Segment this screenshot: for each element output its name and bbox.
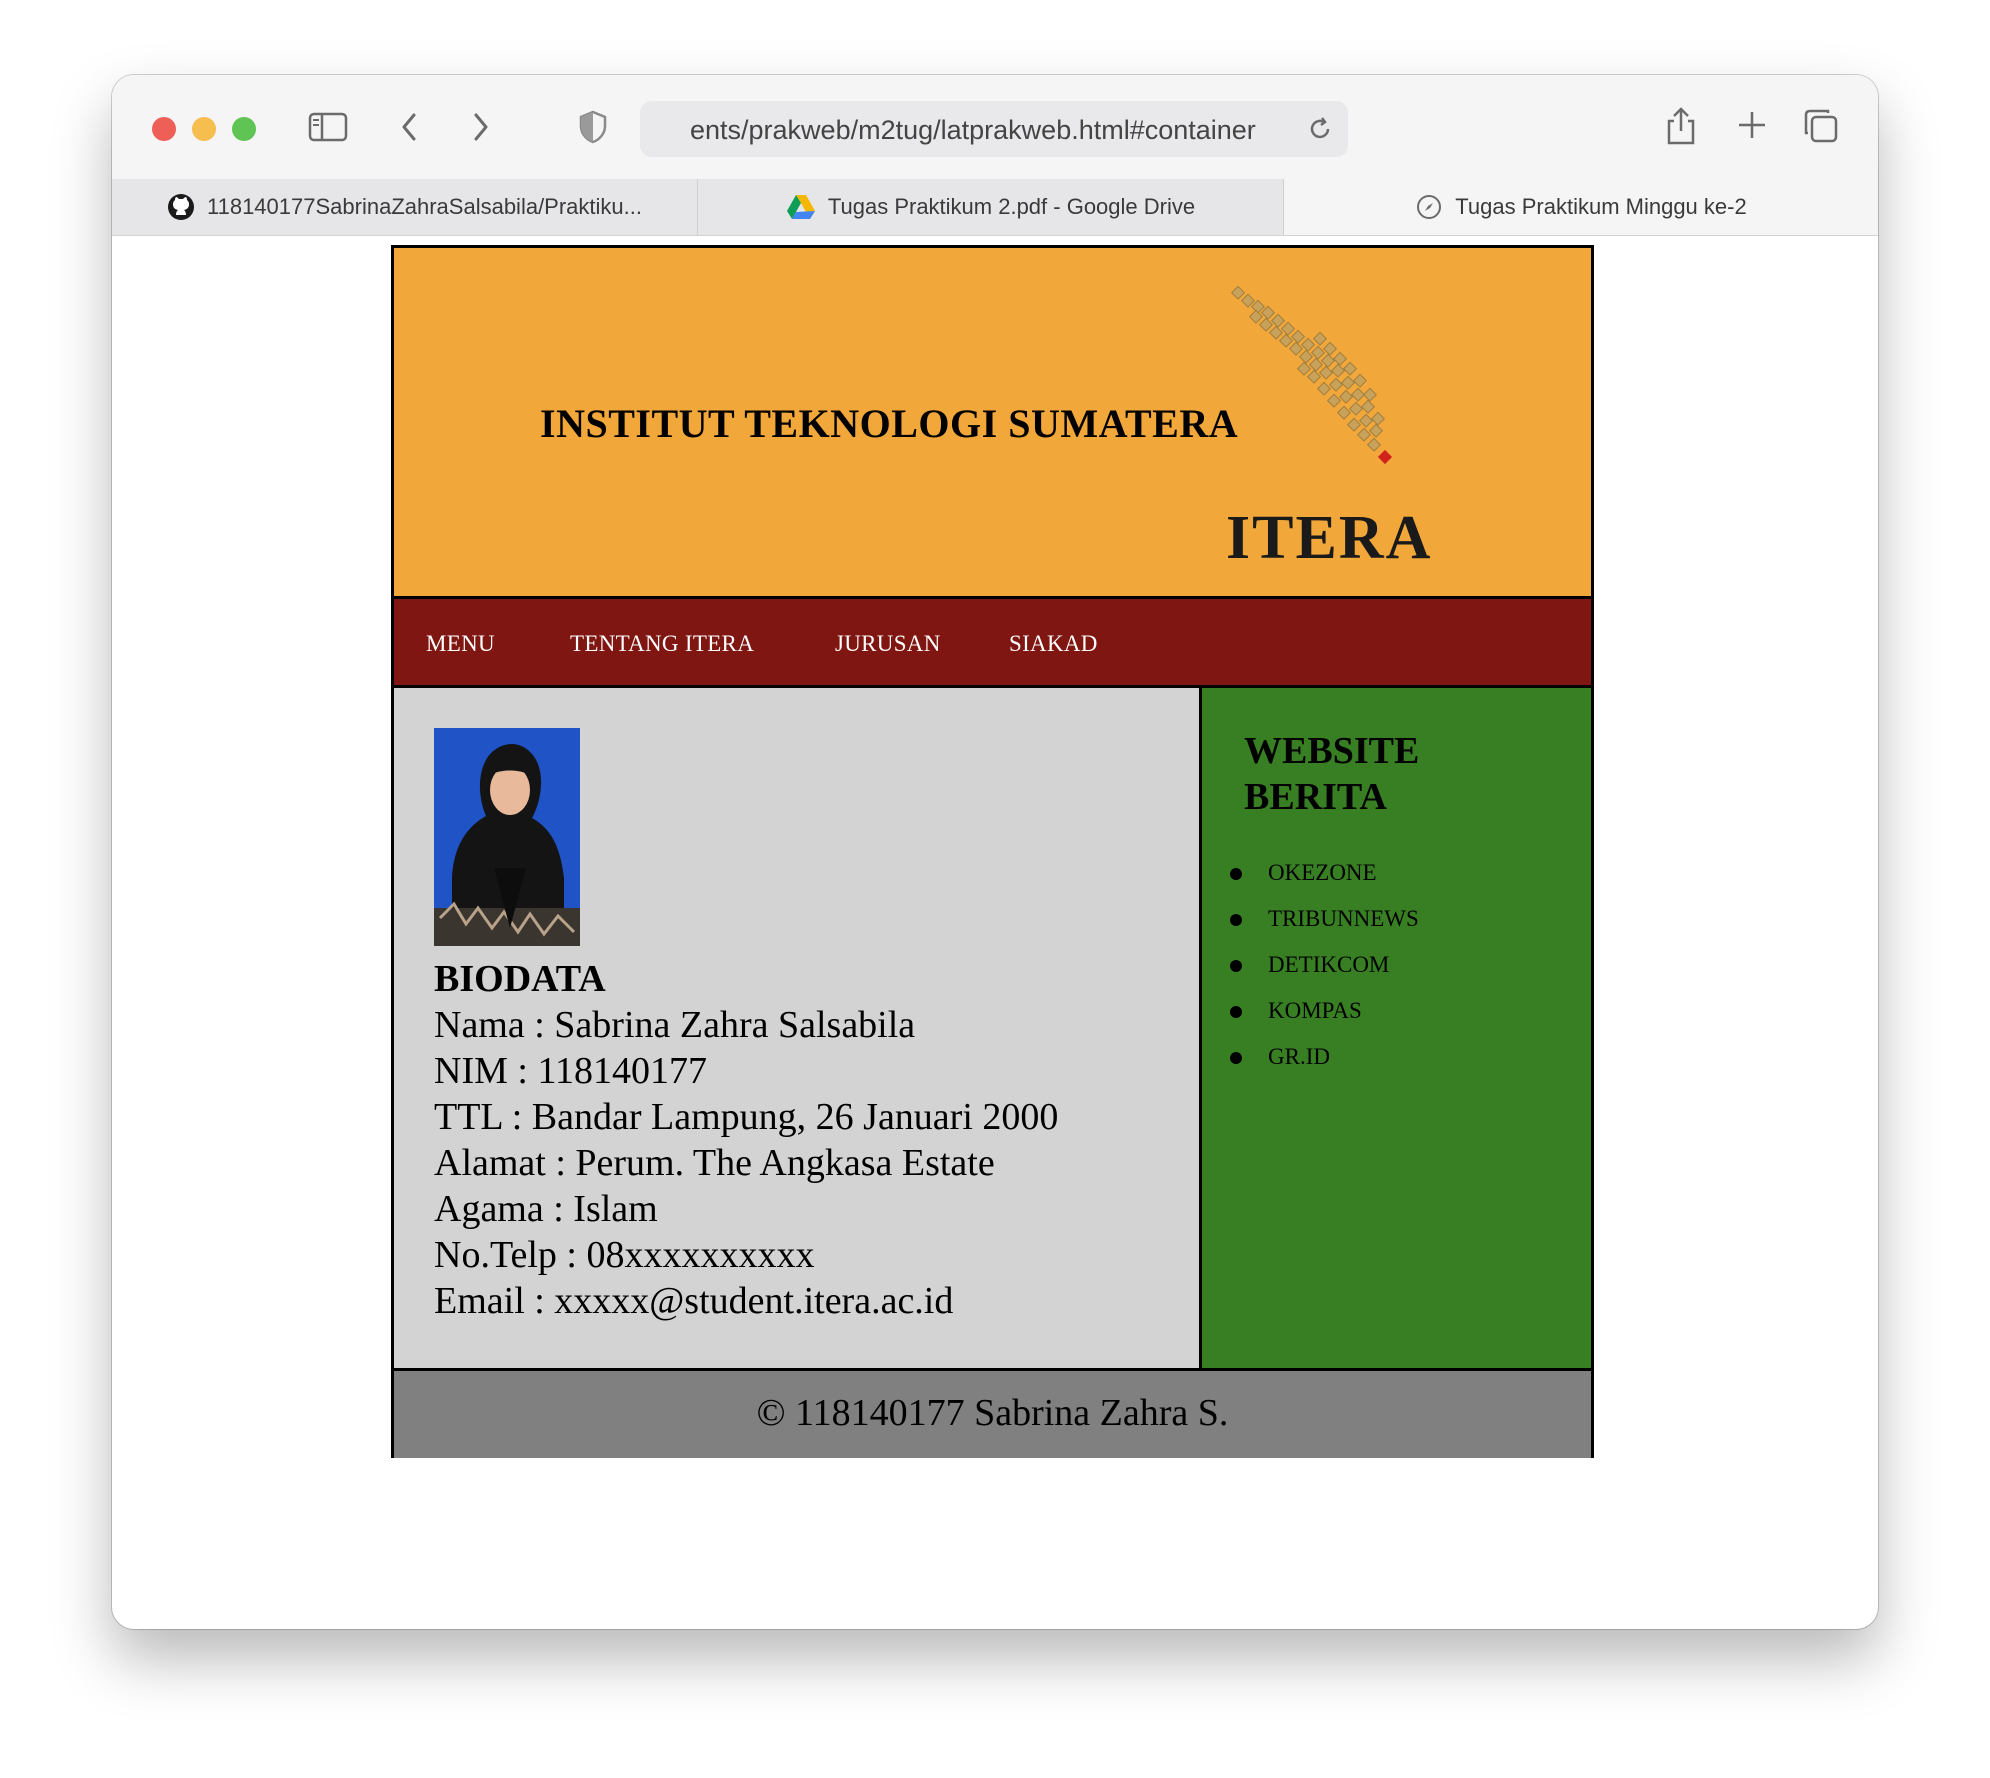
site-footer: © 118140177 Sabrina Zahra S.: [394, 1368, 1591, 1458]
browser-window: ents/prakweb/m2tug/latprakweb.html#conta…: [112, 75, 1878, 1629]
zoom-window-button[interactable]: [232, 117, 256, 141]
tab-google-drive[interactable]: Tugas Praktikum 2.pdf - Google Drive: [698, 179, 1284, 235]
biodata-block: BIODATA Nama : Sabrina Zahra Salsabila N…: [434, 956, 1058, 1324]
biodata-heading: BIODATA: [434, 958, 606, 1000]
tab-overview-icon[interactable]: [1802, 107, 1840, 150]
new-tab-icon[interactable]: [1736, 109, 1768, 146]
news-link-okezone[interactable]: OKEZONE: [1230, 856, 1419, 902]
browser-toolbar: ents/prakweb/m2tug/latprakweb.html#conta…: [112, 75, 1878, 179]
close-window-button[interactable]: [152, 117, 176, 141]
compass-icon: [1415, 193, 1443, 221]
nav-item-menu[interactable]: MENU: [426, 631, 495, 657]
site-header: INSTITUT TEKNOLOGI SUMATERA ITERA: [394, 248, 1591, 599]
nav-item-siakad[interactable]: SIAKAD: [1009, 631, 1098, 657]
nav-item-jurusan[interactable]: JURUSAN: [835, 631, 941, 657]
profile-photo: [434, 728, 580, 946]
footer-copyright: © 118140177 Sabrina Zahra S.: [756, 1392, 1229, 1434]
reload-icon[interactable]: [1306, 115, 1334, 148]
biodata-email: Email : xxxxx@student.itera.ac.id: [434, 1280, 954, 1322]
tab-github[interactable]: 118140177SabrinaZahraSalsabila/Praktiku.…: [112, 179, 698, 235]
github-icon: [167, 193, 195, 221]
biodata-alamat: Alamat : Perum. The Angkasa Estate: [434, 1142, 995, 1184]
biodata-nim: NIM : 118140177: [434, 1050, 708, 1092]
tab-label: Tugas Praktikum Minggu ke-2: [1455, 194, 1747, 219]
biodata-nama: Nama : Sabrina Zahra Salsabila: [434, 1004, 916, 1046]
news-link-tribunnews[interactable]: TRIBUNNEWS: [1230, 902, 1419, 948]
tab-label: 118140177SabrinaZahraSalsabila/Praktiku.…: [207, 194, 642, 219]
biodata-telp: No.Telp : 08xxxxxxxxxx: [434, 1234, 815, 1276]
sidebar-title-line2: BERITA: [1244, 776, 1387, 818]
google-drive-icon: [786, 194, 816, 220]
tab-active-praktikum[interactable]: Tugas Praktikum Minggu ke-2: [1284, 179, 1878, 235]
share-icon[interactable]: [1664, 105, 1698, 152]
news-link-list: OKEZONE TRIBUNNEWS DETIKCOM KOMPAS GR.ID: [1230, 856, 1419, 1086]
tab-label: Tugas Praktikum 2.pdf - Google Drive: [827, 194, 1196, 219]
url-text: ents/prakweb/m2tug/latprakweb.html#conta…: [690, 115, 1256, 145]
itera-logo-icon: [1230, 286, 1393, 465]
biodata-agama: Agama : Islam: [434, 1188, 658, 1230]
main-content: BIODATA Nama : Sabrina Zahra Salsabila N…: [394, 688, 1202, 1368]
page-container: INSTITUT TEKNOLOGI SUMATERA ITERA MENU T…: [391, 245, 1594, 1458]
news-link-detikcom[interactable]: DETIKCOM: [1230, 948, 1419, 994]
news-sidebar: WEBSITE BERITA OKEZONE TRIBUNNEWS DETIKC…: [1202, 688, 1591, 1368]
news-link-grid[interactable]: GR.ID: [1230, 1040, 1419, 1086]
sidebar-toggle-icon[interactable]: [308, 111, 348, 148]
sidebar-title: WEBSITE BERITA: [1244, 728, 1419, 820]
minimize-window-button[interactable]: [192, 117, 216, 141]
forward-icon[interactable]: [466, 109, 494, 150]
news-link-kompas[interactable]: KOMPAS: [1230, 994, 1419, 1040]
tab-bar: 118140177SabrinaZahraSalsabila/Praktiku.…: [112, 179, 1878, 236]
site-title: INSTITUT TEKNOLOGI SUMATERA: [540, 401, 1239, 446]
itera-logo-text: ITERA: [1226, 504, 1433, 572]
shield-icon[interactable]: [578, 109, 608, 150]
nav-item-tentang-itera[interactable]: TENTANG ITERA: [570, 631, 754, 657]
biodata-ttl: TTL : Bandar Lampung, 26 Januari 2000: [434, 1096, 1059, 1138]
sidebar-title-line1: WEBSITE: [1244, 730, 1420, 772]
main-nav: MENU TENTANG ITERA JURUSAN SIAKAD: [394, 599, 1591, 688]
address-bar[interactable]: ents/prakweb/m2tug/latprakweb.html#conta…: [640, 101, 1348, 157]
back-icon[interactable]: [396, 109, 424, 150]
